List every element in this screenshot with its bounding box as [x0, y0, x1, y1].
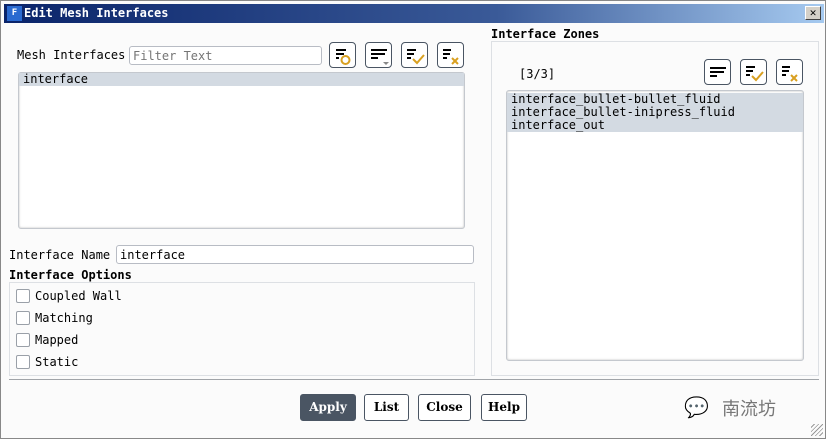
zones-deselect-all-button[interactable]: [776, 59, 803, 85]
list-dropdown-icon: [371, 49, 389, 65]
interface-name-input[interactable]: [116, 245, 474, 264]
interface-options-heading: Interface Options: [9, 268, 132, 282]
list-button[interactable]: List: [364, 394, 409, 421]
coupled-wall-checkbox[interactable]: [16, 289, 30, 303]
dialog-window: F Edit Mesh Interfaces ✕ Mesh Interfaces…: [0, 0, 826, 439]
wechat-icon: 💬: [684, 395, 709, 419]
list-item[interactable]: interface: [19, 73, 464, 86]
interface-zones-list[interactable]: interface_bullet-bullet_fluid interface_…: [506, 90, 804, 361]
mesh-interfaces-label: Mesh Interfaces: [17, 48, 126, 62]
resize-grip[interactable]: [811, 424, 823, 436]
list-x-icon: [443, 49, 459, 65]
list-check-icon: [746, 66, 764, 82]
mapped-checkbox[interactable]: [16, 333, 30, 347]
list-check-icon: [407, 49, 425, 65]
window-title: Edit Mesh Interfaces: [24, 6, 169, 20]
list-x-icon: [782, 66, 798, 82]
close-button[interactable]: Close: [418, 394, 471, 421]
interface-name-label: Interface Name: [9, 248, 111, 262]
static-checkbox[interactable]: [16, 355, 30, 369]
zones-select-all-button[interactable]: [740, 59, 767, 85]
close-window-button[interactable]: ✕: [805, 6, 821, 20]
apply-button[interactable]: Apply: [300, 394, 356, 421]
list-circle-icon: [336, 49, 351, 65]
coupled-wall-label: Coupled Wall: [35, 289, 122, 303]
filter-text-input[interactable]: [129, 46, 322, 65]
app-icon: F: [7, 6, 22, 21]
zones-count: [3/3]: [519, 67, 556, 81]
zones-list-options-button[interactable]: [704, 59, 731, 85]
list-options-dropdown-button[interactable]: [365, 42, 392, 68]
matching-checkbox[interactable]: [16, 311, 30, 325]
help-button[interactable]: Help: [481, 394, 527, 421]
mesh-interfaces-list[interactable]: interface: [18, 72, 465, 229]
mapped-label: Mapped: [35, 333, 79, 347]
divider: [9, 379, 819, 380]
static-label: Static: [35, 355, 79, 369]
list-item[interactable]: interface_out: [507, 119, 803, 132]
matching-label: Matching: [35, 311, 93, 325]
list-icon: [710, 67, 726, 77]
title-bar: F Edit Mesh Interfaces ✕: [4, 4, 824, 23]
watermark: 南流坊: [722, 399, 776, 420]
interface-zones-heading: Interface Zones: [491, 27, 600, 41]
deselect-all-button[interactable]: [437, 42, 464, 68]
select-all-button[interactable]: [401, 42, 428, 68]
select-none-filter-button[interactable]: [329, 42, 356, 68]
